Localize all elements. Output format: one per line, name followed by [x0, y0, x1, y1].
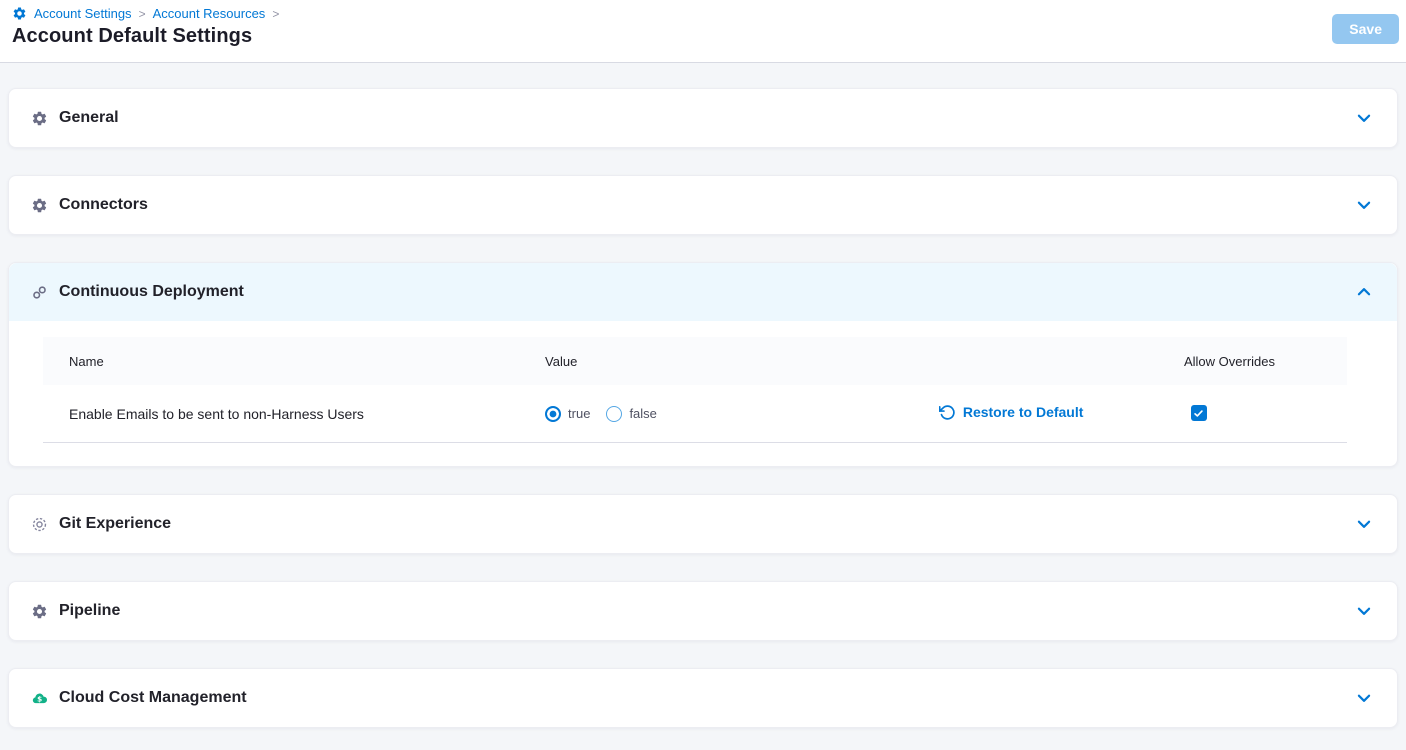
section-header-git-experience[interactable]: Git Experience	[9, 495, 1397, 553]
table-header-row: Name Value Allow Overrides	[43, 337, 1347, 385]
cd-settings-panel: Name Value Allow Overrides Enable Emails…	[9, 321, 1397, 466]
section-header-continuous-deployment[interactable]: Continuous Deployment	[9, 263, 1397, 321]
breadcrumb-separator: >	[139, 7, 146, 21]
radio-label: true	[568, 406, 590, 421]
radio-option-true[interactable]: true	[545, 406, 590, 422]
section-card-continuous-deployment: Continuous Deployment Name Value Allow O…	[8, 262, 1398, 467]
section-title: Git Experience	[59, 515, 171, 533]
section-card-general: General	[8, 88, 1398, 148]
radio-option-false[interactable]: false	[606, 406, 656, 422]
outline-gear-icon	[31, 516, 48, 533]
radio-icon[interactable]	[606, 406, 622, 422]
check-icon	[1193, 408, 1204, 419]
column-header-allow-overrides: Allow Overrides	[1184, 354, 1347, 369]
radio-icon[interactable]	[545, 406, 561, 422]
restore-cell: Restore to Default	[939, 404, 1184, 424]
section-title: General	[59, 109, 119, 127]
chevron-down-icon[interactable]	[1355, 196, 1373, 214]
section-header-cloud-cost-management[interactable]: $ Cloud Cost Management	[9, 669, 1397, 727]
allow-overrides-cell	[1184, 405, 1347, 422]
section-title: Pipeline	[59, 602, 120, 620]
column-header-name: Name	[43, 354, 545, 369]
radio-label: false	[629, 406, 656, 421]
section-header-connectors[interactable]: Connectors	[9, 176, 1397, 234]
value-radio-group: true false	[545, 406, 939, 422]
section-card-pipeline: Pipeline	[8, 581, 1398, 641]
section-header-pipeline[interactable]: Pipeline	[9, 582, 1397, 640]
gear-icon	[12, 6, 27, 21]
svg-text:$: $	[37, 694, 42, 703]
breadcrumb: Account Settings > Account Resources >	[12, 6, 1394, 21]
section-header-general[interactable]: General	[9, 89, 1397, 147]
restore-to-default-link[interactable]: Restore to Default	[939, 404, 1084, 421]
page-title: Account Default Settings	[12, 25, 1394, 48]
column-header-value: Value	[545, 354, 939, 369]
cd-settings-table: Name Value Allow Overrides Enable Emails…	[43, 337, 1347, 443]
chevron-down-icon[interactable]	[1355, 602, 1373, 620]
section-title: Continuous Deployment	[59, 283, 244, 301]
chevron-down-icon[interactable]	[1355, 515, 1373, 533]
table-row: Enable Emails to be sent to non-Harness …	[43, 385, 1347, 443]
allow-overrides-checkbox[interactable]	[1191, 405, 1207, 421]
cd-link-icon	[31, 284, 48, 301]
chevron-down-icon[interactable]	[1355, 689, 1373, 707]
restore-icon	[939, 404, 956, 421]
breadcrumb-link-account-resources[interactable]: Account Resources	[153, 6, 266, 21]
breadcrumb-separator: >	[272, 7, 279, 21]
section-title: Cloud Cost Management	[59, 689, 247, 707]
setting-name: Enable Emails to be sent to non-Harness …	[43, 406, 545, 422]
gear-icon	[31, 110, 48, 127]
chevron-up-icon[interactable]	[1355, 283, 1373, 301]
save-button[interactable]: Save	[1332, 14, 1399, 44]
section-card-cloud-cost-management: $ Cloud Cost Management	[8, 668, 1398, 728]
settings-section-list: General Connectors Continuous Deployment	[0, 63, 1406, 728]
section-card-git-experience: Git Experience	[8, 494, 1398, 554]
cloud-dollar-icon: $	[31, 690, 48, 707]
gear-icon	[31, 603, 48, 620]
chevron-down-icon[interactable]	[1355, 109, 1373, 127]
page-header: Account Settings > Account Resources > A…	[0, 0, 1406, 63]
section-card-connectors: Connectors	[8, 175, 1398, 235]
section-title: Connectors	[59, 196, 148, 214]
gear-icon	[31, 197, 48, 214]
breadcrumb-link-account-settings[interactable]: Account Settings	[34, 6, 132, 21]
restore-label: Restore to Default	[963, 404, 1084, 420]
